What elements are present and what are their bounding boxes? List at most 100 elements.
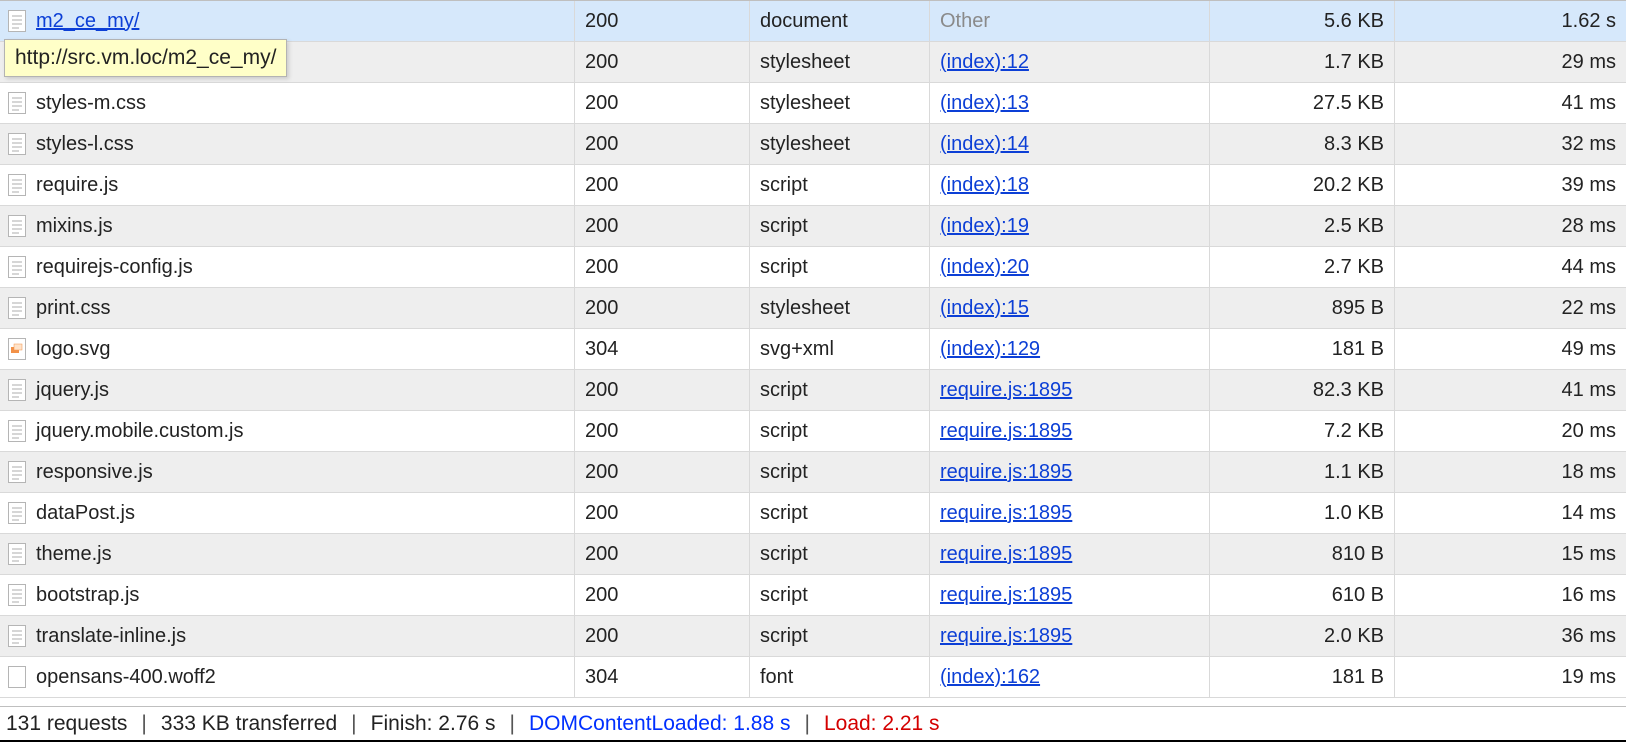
file-icon: [8, 297, 26, 319]
table-row[interactable]: jquery.mobile.custom.js200scriptrequire.…: [0, 411, 1626, 452]
cell-initiator[interactable]: (index):162: [930, 657, 1210, 697]
cell-name[interactable]: translate-inline.js: [0, 616, 575, 656]
cell-name[interactable]: bootstrap.js: [0, 575, 575, 615]
cell-name[interactable]: jquery.js: [0, 370, 575, 410]
cell-name[interactable]: require.js: [0, 165, 575, 205]
cell-initiator[interactable]: require.js:1895: [930, 534, 1210, 574]
file-icon: [8, 461, 26, 483]
cell-size: 27.5 KB: [1210, 83, 1395, 123]
cell-status: 200: [575, 83, 750, 123]
cell-initiator[interactable]: require.js:1895: [930, 370, 1210, 410]
resource-name[interactable]: m2_ce_my/: [36, 10, 139, 33]
cell-initiator[interactable]: require.js:1895: [930, 411, 1210, 451]
table-row[interactable]: print.css200stylesheet(index):15895 B22 …: [0, 288, 1626, 329]
cell-name[interactable]: jquery.mobile.custom.js: [0, 411, 575, 451]
initiator-link[interactable]: (index):18: [940, 174, 1029, 197]
initiator-link[interactable]: require.js:1895: [940, 502, 1072, 525]
table-row[interactable]: opensans-400.woff2304font(index):162181 …: [0, 657, 1626, 698]
cell-initiator[interactable]: (index):129: [930, 329, 1210, 369]
cell-type: script: [750, 534, 930, 574]
cell-name[interactable]: responsive.js: [0, 452, 575, 492]
file-icon: [8, 174, 26, 196]
resource-name[interactable]: translate-inline.js: [36, 625, 186, 648]
cell-type: svg+xml: [750, 329, 930, 369]
cell-initiator[interactable]: require.js:1895: [930, 452, 1210, 492]
cell-initiator[interactable]: (index):12: [930, 42, 1210, 82]
initiator-link[interactable]: (index):19: [940, 215, 1029, 238]
cell-status: 200: [575, 1, 750, 41]
initiator-link[interactable]: (index):12: [940, 51, 1029, 74]
table-row[interactable]: m2_ce_my/200documentOther5.6 KB1.62 shtt…: [0, 1, 1626, 42]
resource-name[interactable]: bootstrap.js: [36, 584, 139, 607]
initiator-link[interactable]: (index):162: [940, 666, 1040, 689]
cell-initiator[interactable]: (index):20: [930, 247, 1210, 287]
cell-type: font: [750, 657, 930, 697]
table-row[interactable]: requirejs-config.js200script(index):202.…: [0, 247, 1626, 288]
table-row[interactable]: styles-m.css200stylesheet(index):1327.5 …: [0, 83, 1626, 124]
cell-size: 1.1 KB: [1210, 452, 1395, 492]
resource-name[interactable]: styles-m.css: [36, 92, 146, 115]
cell-initiator[interactable]: (index):14: [930, 124, 1210, 164]
table-row[interactable]: bootstrap.js200scriptrequire.js:1895610 …: [0, 575, 1626, 616]
cell-size: 181 B: [1210, 657, 1395, 697]
cell-name[interactable]: m2_ce_my/: [0, 1, 575, 41]
initiator-link[interactable]: require.js:1895: [940, 420, 1072, 443]
resource-name[interactable]: print.css: [36, 297, 110, 320]
cell-initiator[interactable]: (index):13: [930, 83, 1210, 123]
cell-initiator[interactable]: require.js:1895: [930, 575, 1210, 615]
initiator-link[interactable]: require.js:1895: [940, 461, 1072, 484]
cell-name[interactable]: logo.svg: [0, 329, 575, 369]
resource-name[interactable]: requirejs-config.js: [36, 256, 193, 279]
file-icon: [8, 256, 26, 278]
cell-initiator[interactable]: (index):15: [930, 288, 1210, 328]
initiator-link[interactable]: require.js:1895: [940, 543, 1072, 566]
table-row[interactable]: responsive.js200scriptrequire.js:18951.1…: [0, 452, 1626, 493]
cell-status: 200: [575, 206, 750, 246]
table-row[interactable]: translate-inline.js200scriptrequire.js:1…: [0, 616, 1626, 657]
file-icon: [8, 625, 26, 647]
status-dom-content-loaded: DOMContentLoaded: 1.88 s: [529, 712, 791, 736]
cell-name[interactable]: theme.js: [0, 534, 575, 574]
resource-name[interactable]: opensans-400.woff2: [36, 666, 216, 689]
cell-name[interactable]: styles-m.css: [0, 83, 575, 123]
initiator-link[interactable]: (index):129: [940, 338, 1040, 361]
resource-name[interactable]: logo.svg: [36, 338, 111, 361]
table-row[interactable]: theme.js200scriptrequire.js:1895810 B15 …: [0, 534, 1626, 575]
table-row[interactable]: mixins.js200script(index):192.5 KB28 ms: [0, 206, 1626, 247]
initiator-link[interactable]: (index):14: [940, 133, 1029, 156]
resource-name[interactable]: dataPost.js: [36, 502, 135, 525]
cell-status: 200: [575, 575, 750, 615]
cell-initiator[interactable]: require.js:1895: [930, 616, 1210, 656]
cell-name[interactable]: styles-l.css: [0, 124, 575, 164]
initiator-link[interactable]: (index):20: [940, 256, 1029, 279]
cell-size: 7.2 KB: [1210, 411, 1395, 451]
cell-initiator[interactable]: require.js:1895: [930, 493, 1210, 533]
resource-name[interactable]: responsive.js: [36, 461, 153, 484]
resource-name[interactable]: mixins.js: [36, 215, 113, 238]
resource-name[interactable]: theme.js: [36, 543, 112, 566]
initiator-link[interactable]: require.js:1895: [940, 584, 1072, 607]
table-row[interactable]: require.js200script(index):1820.2 KB39 m…: [0, 165, 1626, 206]
cell-initiator[interactable]: (index):18: [930, 165, 1210, 205]
cell-time: 16 ms: [1395, 575, 1626, 615]
resource-name[interactable]: require.js: [36, 174, 118, 197]
cell-name[interactable]: opensans-400.woff2: [0, 657, 575, 697]
table-row[interactable]: styles-l.css200stylesheet(index):148.3 K…: [0, 124, 1626, 165]
initiator-link[interactable]: require.js:1895: [940, 625, 1072, 648]
table-row[interactable]: logo.svg304svg+xml(index):129181 B49 ms: [0, 329, 1626, 370]
cell-name[interactable]: print.css: [0, 288, 575, 328]
cell-status: 200: [575, 124, 750, 164]
initiator-link[interactable]: (index):13: [940, 92, 1029, 115]
cell-initiator[interactable]: (index):19: [930, 206, 1210, 246]
initiator-link[interactable]: require.js:1895: [940, 379, 1072, 402]
table-row[interactable]: dataPost.js200scriptrequire.js:18951.0 K…: [0, 493, 1626, 534]
cell-name[interactable]: mixins.js: [0, 206, 575, 246]
cell-time: 29 ms: [1395, 42, 1626, 82]
cell-name[interactable]: requirejs-config.js: [0, 247, 575, 287]
cell-name[interactable]: dataPost.js: [0, 493, 575, 533]
resource-name[interactable]: jquery.js: [36, 379, 109, 402]
initiator-link[interactable]: (index):15: [940, 297, 1029, 320]
resource-name[interactable]: styles-l.css: [36, 133, 134, 156]
table-row[interactable]: jquery.js200scriptrequire.js:189582.3 KB…: [0, 370, 1626, 411]
resource-name[interactable]: jquery.mobile.custom.js: [36, 420, 243, 443]
